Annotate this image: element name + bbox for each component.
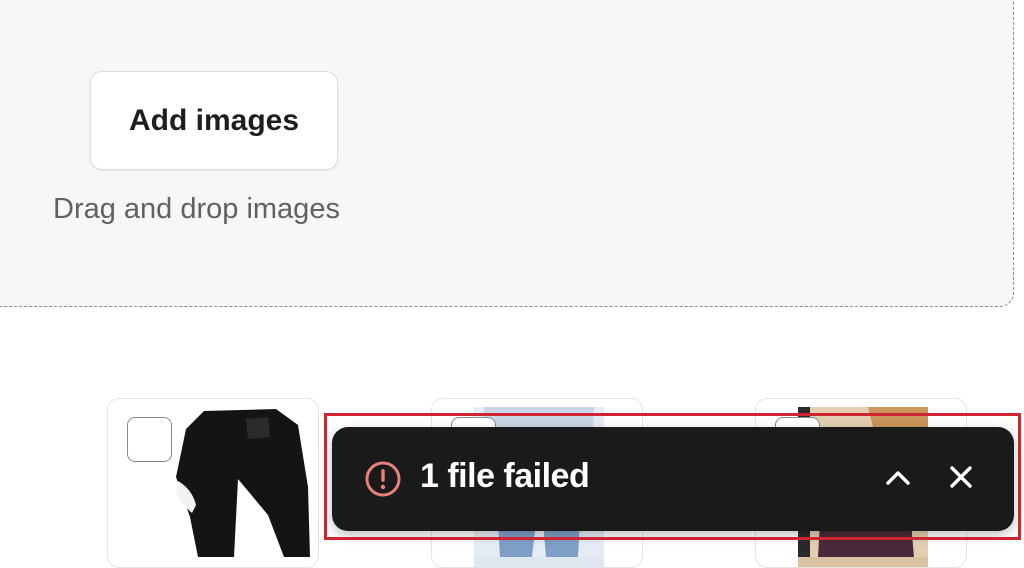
add-images-button[interactable]: Add images: [90, 71, 338, 170]
media-card[interactable]: [107, 398, 319, 568]
toast-expand-button[interactable]: [878, 459, 918, 499]
media-checkbox[interactable]: [127, 417, 172, 462]
toast-message: 1 file failed: [420, 457, 590, 495]
chevron-up-icon: [885, 468, 911, 491]
upload-error-toast: 1 file failed: [332, 427, 1014, 531]
toast-close-button[interactable]: [941, 459, 981, 499]
alert-circle-icon: [364, 460, 402, 498]
dropzone-hint: Drag and drop images: [53, 193, 340, 225]
close-icon: [949, 465, 973, 494]
